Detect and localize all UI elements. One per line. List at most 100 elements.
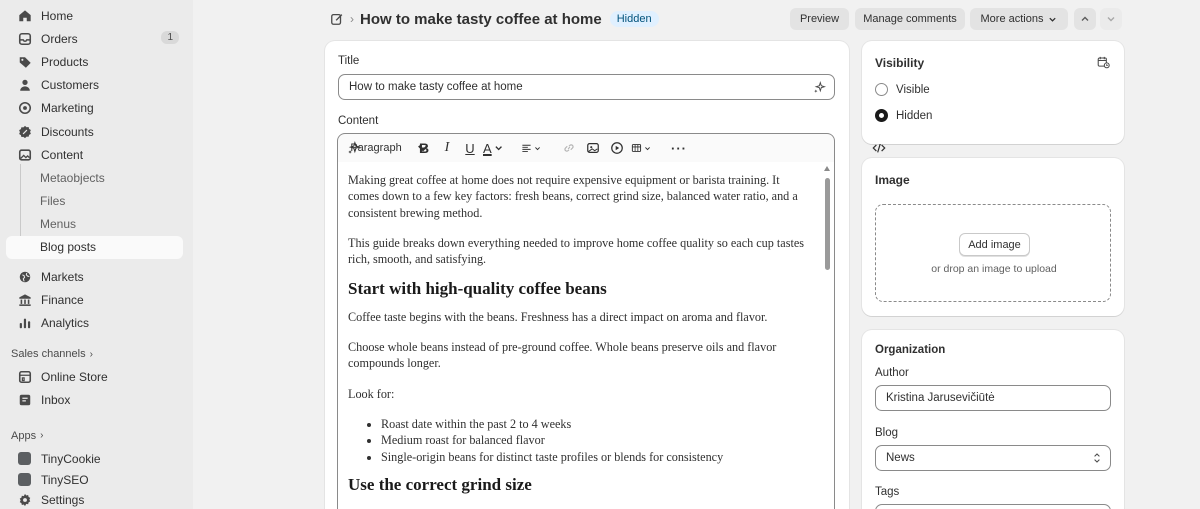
calendar-schedule-icon[interactable] (1097, 56, 1110, 69)
italic-icon[interactable]: I (437, 138, 457, 158)
sidebar-item-label: Markets (41, 269, 84, 284)
orders-count-badge: 1 (161, 31, 179, 45)
sidebar-item-customers[interactable]: Customers (6, 74, 183, 97)
sidebar-subitem-blog-posts[interactable]: Blog posts (6, 235, 183, 260)
editor-content[interactable]: Making great coffee at home does not req… (338, 162, 834, 493)
manage-comments-button[interactable]: Manage comments (855, 8, 965, 30)
page-header: › How to make tasty coffee at home Hidde… (330, 8, 1125, 30)
editor-paragraph: Look for: (348, 386, 395, 401)
bold-icon[interactable]: B (414, 138, 434, 158)
sidebar-item-label: TinyCookie (41, 451, 101, 466)
apps-heading[interactable]: Apps › (0, 424, 193, 447)
select-arrows-icon (1093, 452, 1101, 464)
inbox-icon (18, 32, 32, 46)
sidebar-item-analytics[interactable]: Analytics (6, 311, 183, 334)
home-icon (18, 9, 32, 23)
bar-chart-icon (18, 316, 32, 330)
list-item: Roast date within the past 2 to 4 weeks (381, 416, 808, 432)
image-card-title: Image (875, 173, 910, 187)
radio-visible[interactable] (875, 83, 888, 96)
sidebar-subitem-files[interactable]: Files (6, 190, 183, 213)
next-post-button[interactable] (1100, 8, 1122, 30)
sidebar-item-marketing[interactable]: Marketing (6, 97, 183, 120)
insert-image-icon[interactable] (583, 138, 603, 158)
sidebar-item-label: Customers (41, 78, 100, 93)
insert-table-icon[interactable] (631, 138, 651, 158)
editor-paragraph: Making great coffee at home does not req… (348, 173, 798, 220)
sidebar-item-label: Settings (41, 492, 85, 507)
sidebar-item-label: Products (41, 54, 89, 69)
image-dropzone[interactable]: Add image or drop an image to upload (875, 204, 1111, 302)
sidebar-item-label: Home (41, 8, 74, 23)
sidebar-subitem-metaobjects[interactable]: Metaobjects (6, 166, 183, 189)
sidebar-item-label: Online Store (41, 370, 108, 385)
text-color-icon[interactable]: A (483, 138, 503, 158)
tinycookie-app-icon (18, 452, 31, 466)
sidebar-item-label: Analytics (41, 316, 90, 331)
chevron-right-icon: › (40, 430, 44, 441)
preview-button[interactable]: Preview (790, 8, 849, 30)
sidebar-subitem-menus[interactable]: Menus (6, 213, 183, 236)
edit-page-icon[interactable] (330, 12, 344, 26)
chevron-down-icon (1048, 15, 1057, 24)
editor-paragraph: Coffee taste begins with the beans. Fres… (348, 309, 768, 324)
previous-post-button[interactable] (1074, 8, 1096, 30)
editor-heading: Start with high-quality coffee beans (348, 279, 607, 299)
sidebar-item-finance[interactable]: Finance (6, 288, 183, 311)
chevron-down-icon (1106, 14, 1116, 24)
sidebar-item-content[interactable]: Content (6, 143, 183, 166)
editor-scrollbar[interactable] (823, 162, 833, 509)
sidebar-item-products[interactable]: Products (6, 50, 183, 73)
author-input[interactable]: Kristina Jarusevičiūtė (875, 385, 1111, 411)
more-options-icon[interactable]: ··· (669, 138, 689, 158)
page-title: How to make tasty coffee at home (360, 10, 602, 28)
title-input[interactable]: How to make tasty coffee at home (338, 74, 835, 100)
dropzone-hint: or drop an image to upload (931, 263, 1057, 275)
more-actions-button[interactable]: More actions (970, 8, 1068, 30)
content-label: Content (338, 115, 379, 127)
sales-channels-heading[interactable]: Sales channels › (0, 343, 193, 366)
globe-icon (18, 270, 32, 284)
sidebar-item-settings[interactable]: Settings (6, 488, 183, 509)
sidebar: Home Orders 1 Products Customers Marketi… (0, 0, 193, 509)
paragraph-style-value: Paragraph (350, 142, 402, 154)
visible-label: Visible (896, 83, 930, 96)
blog-select[interactable]: News (875, 445, 1111, 471)
sidebar-item-discounts[interactable]: Discounts (6, 120, 183, 143)
organization-title: Organization (875, 344, 946, 356)
sidebar-item-markets[interactable]: Markets (6, 265, 183, 288)
rich-text-editor[interactable]: Making great coffee at home does not req… (337, 162, 835, 509)
sidebar-item-tinycookie[interactable]: TinyCookie (6, 447, 183, 470)
chat-icon (18, 393, 32, 407)
discount-icon (18, 125, 32, 139)
sidebar-item-home[interactable]: Home (6, 4, 183, 27)
sidebar-item-online-store[interactable]: Online Store (6, 366, 183, 389)
add-image-button[interactable]: Add image (959, 233, 1030, 256)
visibility-card: Visibility Visible Hidden (862, 41, 1124, 144)
radio-hidden[interactable] (875, 109, 888, 122)
insert-video-icon[interactable] (607, 138, 627, 158)
more-actions-label: More actions (980, 13, 1044, 25)
sidebar-item-label: Finance (41, 292, 84, 307)
sparkle-icon[interactable] (813, 81, 826, 94)
blog-select-value: News (886, 452, 915, 464)
scroll-up-arrow-icon[interactable] (824, 166, 830, 171)
underline-icon[interactable]: U (460, 138, 480, 158)
link-icon[interactable] (559, 138, 579, 158)
paragraph-style-select[interactable]: Paragraph (350, 138, 428, 158)
scrollbar-thumb[interactable] (825, 178, 830, 270)
visibility-option-hidden[interactable]: Hidden (875, 109, 932, 122)
status-badge: Hidden (609, 11, 659, 27)
title-label: Title (338, 55, 360, 67)
blog-label: Blog (875, 427, 899, 439)
list-item: Single-origin beans for distinct taste p… (381, 449, 808, 465)
sidebar-item-label: Orders (41, 31, 78, 46)
image-icon (18, 148, 32, 162)
align-left-icon[interactable] (521, 138, 541, 158)
visibility-option-visible[interactable]: Visible (875, 83, 930, 96)
image-card: Image Add image or drop an image to uplo… (862, 158, 1124, 316)
sidebar-item-orders[interactable]: Orders 1 (6, 27, 183, 50)
sidebar-item-inbox[interactable]: Inbox (6, 389, 183, 412)
sidebar-item-tinyseo[interactable]: TinySEO (6, 470, 183, 488)
tags-input[interactable] (875, 504, 1111, 509)
